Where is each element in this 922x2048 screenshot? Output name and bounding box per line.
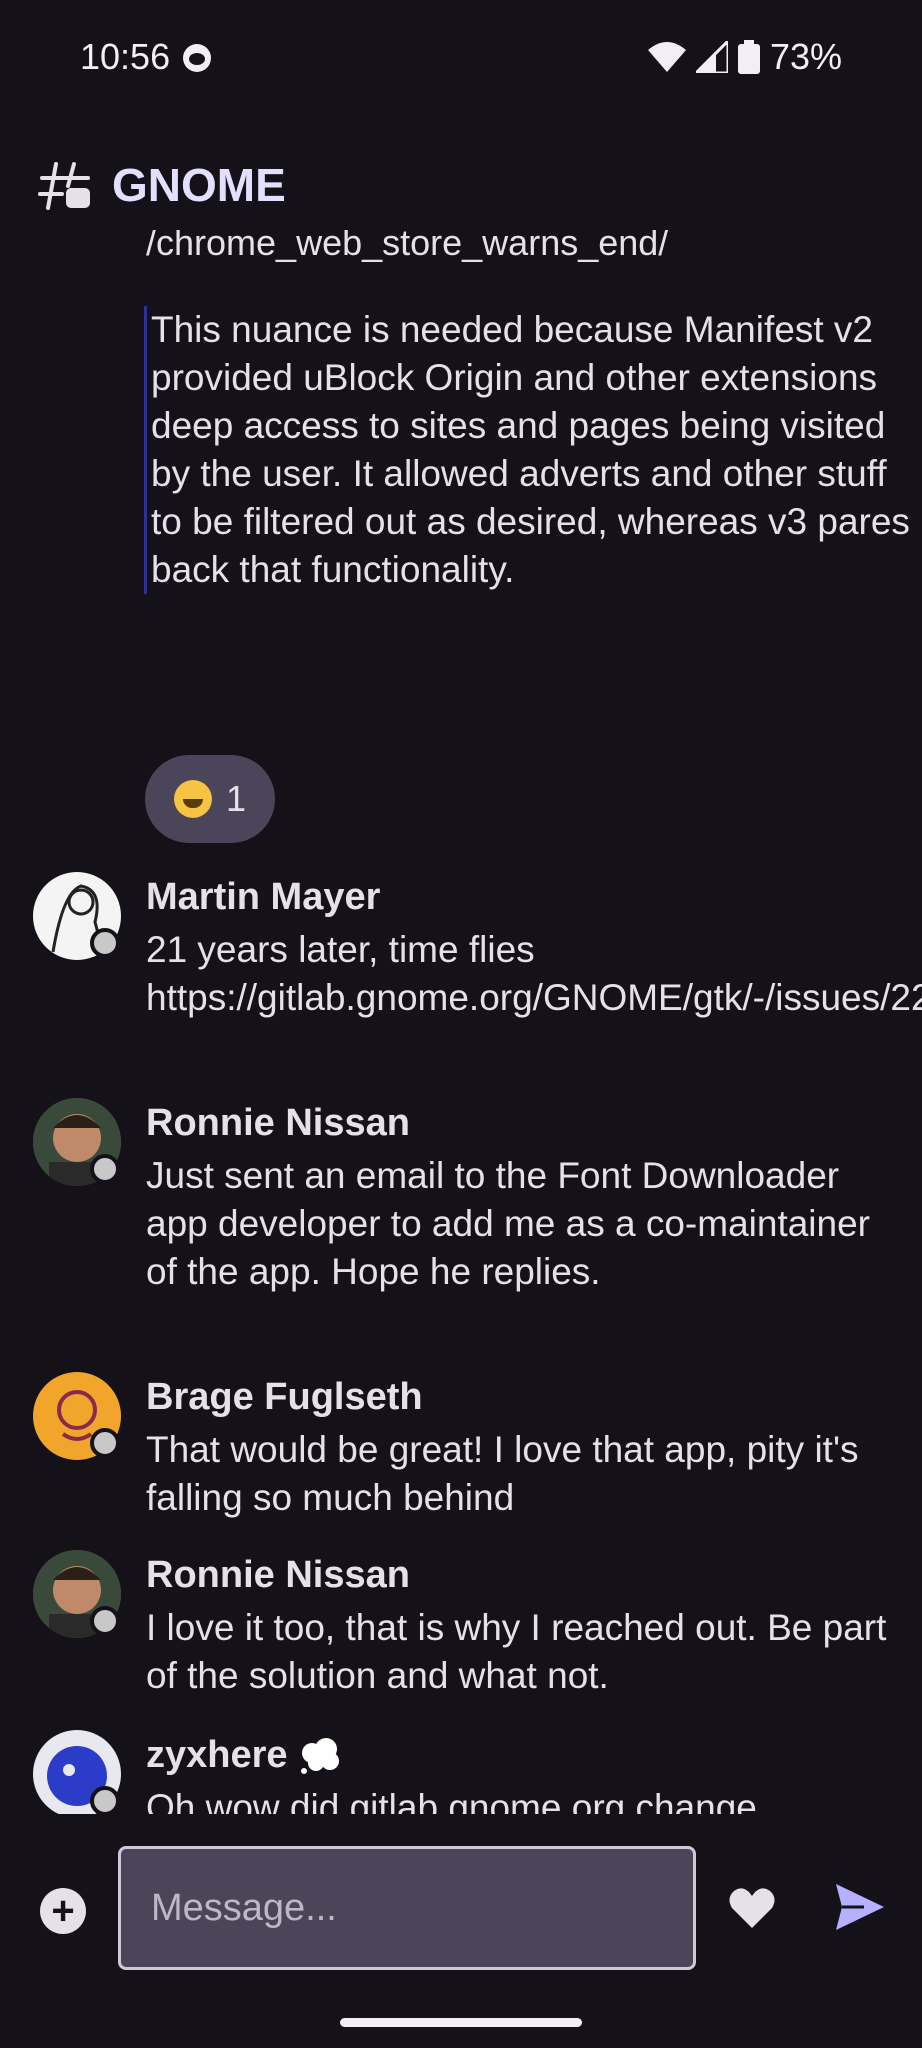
- presence-indicator: [90, 1606, 120, 1636]
- battery-percent: 73%: [769, 36, 842, 77]
- reaction-count: 1: [225, 778, 247, 819]
- author-name[interactable]: Ronnie Nissan: [146, 1102, 410, 1145]
- presence-indicator: [90, 1786, 120, 1814]
- wifi-icon: [647, 42, 686, 72]
- channel-hash-icon: [38, 162, 90, 210]
- message-body: Oh wow did gitlab.gnome.org change: [146, 1787, 757, 1814]
- message-list[interactable]: /chrome_web_store_warns_end/ This nuance…: [0, 230, 922, 1814]
- add-attachment-button[interactable]: +: [40, 1888, 86, 1934]
- status-time: 10:56: [80, 36, 171, 77]
- reaction-chip[interactable]: 1: [145, 755, 275, 843]
- gesture-nav-handle[interactable]: [340, 2018, 582, 2027]
- heart-icon[interactable]: [728, 1884, 776, 1932]
- channel-title: GNOME: [112, 159, 286, 211]
- message-field-container[interactable]: [118, 1846, 696, 1970]
- notification-icon: [183, 44, 211, 72]
- status-right: 73%: [647, 36, 842, 78]
- thought-bubble-icon: [301, 1737, 340, 1774]
- author-name[interactable]: zyxhere: [146, 1734, 342, 1777]
- message-body: That would be great! I love that app, pi…: [146, 1429, 859, 1518]
- grinning-face-icon: [173, 780, 212, 818]
- presence-indicator: [90, 1154, 120, 1184]
- author-name[interactable]: Martin Mayer: [146, 876, 380, 919]
- author-name[interactable]: Ronnie Nissan: [146, 1554, 410, 1597]
- message-body: 21 years later, time flies https://gitla…: [146, 929, 922, 1018]
- battery-icon: [737, 40, 760, 74]
- message-body: I love it too, that is why I reached out…: [146, 1607, 887, 1696]
- send-icon[interactable]: [834, 1882, 886, 1932]
- message-body: Just sent an email to the Font Downloade…: [146, 1155, 870, 1292]
- quote-block: This nuance is needed because Manifest v…: [144, 306, 911, 594]
- author-name-text: zyxhere: [146, 1734, 288, 1776]
- presence-indicator: [90, 928, 120, 958]
- author-name[interactable]: Brage Fuglseth: [146, 1376, 423, 1419]
- message-input[interactable]: [121, 1849, 693, 1967]
- message-text-fragment: /chrome_web_store_warns_end/: [146, 230, 669, 263]
- signal-icon: [695, 41, 728, 73]
- presence-indicator: [90, 1428, 120, 1458]
